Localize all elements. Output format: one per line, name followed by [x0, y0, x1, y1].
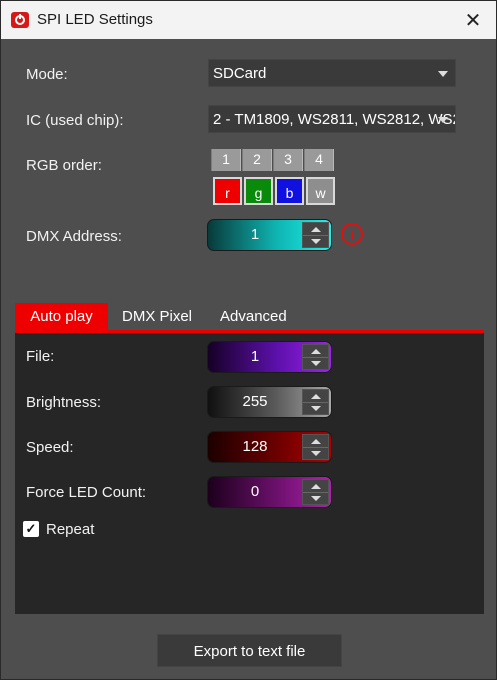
rgb-channel-red-button[interactable]: r — [213, 177, 242, 205]
brightness-value: 255 — [242, 393, 268, 410]
rgb-channel-white-button[interactable]: w — [306, 177, 335, 205]
rgb-position-4: 4 — [304, 149, 334, 171]
brightness-stepper[interactable]: 255 — [207, 386, 332, 418]
rgb-position-2: 2 — [242, 149, 272, 171]
repeat-label: Repeat — [46, 521, 95, 538]
speed-value: 128 — [242, 438, 268, 455]
speed-arrows — [302, 434, 329, 460]
file-stepper[interactable]: 1 — [207, 341, 332, 373]
app-logo-icon — [11, 12, 29, 28]
dmx-address-stepper[interactable]: 1 — [207, 219, 332, 251]
window-title: SPI LED Settings — [37, 11, 153, 28]
arrow-down-icon — [310, 360, 321, 366]
arrow-down-icon — [310, 238, 321, 244]
close-icon: ✕ — [464, 9, 482, 32]
export-button[interactable]: Export to text file — [157, 634, 342, 667]
force-led-count-label: Force LED Count: — [26, 484, 147, 501]
repeat-checkbox[interactable]: ✓ — [23, 521, 39, 537]
file-value: 1 — [250, 348, 260, 365]
speed-stepper[interactable]: 128 — [207, 431, 332, 463]
file-arrows — [302, 344, 329, 370]
decrement-button[interactable] — [303, 447, 328, 459]
info-icon[interactable]: i — [341, 223, 363, 245]
close-button[interactable]: ✕ — [450, 1, 496, 39]
checkmark-icon: ✓ — [25, 521, 37, 536]
arrow-down-icon — [310, 495, 321, 501]
rgb-position-1: 1 — [211, 149, 241, 171]
force-led-count-stepper[interactable]: 0 — [207, 476, 332, 508]
force-led-count-value: 0 — [250, 483, 260, 500]
title-bar: SPI LED Settings ✕ — [1, 1, 496, 39]
ic-label: IC (used chip): — [26, 112, 124, 129]
tab-advanced[interactable]: Advanced — [220, 303, 287, 331]
tab-auto-play[interactable]: Auto play — [15, 303, 108, 331]
dmx-address-label: DMX Address: — [26, 228, 122, 245]
mode-label: Mode: — [26, 66, 68, 83]
rgb-channel-blue-button[interactable]: b — [275, 177, 304, 205]
dmx-address-arrows — [302, 222, 329, 248]
chevron-down-icon — [438, 71, 448, 77]
rgb-order-label: RGB order: — [26, 157, 102, 174]
arrow-down-icon — [310, 405, 321, 411]
arrow-up-icon — [310, 226, 321, 232]
brightness-arrows — [302, 389, 329, 415]
ic-value: 2 - TM1809, WS2811, WS2812, WS2813 — [213, 111, 455, 128]
arrow-up-icon — [310, 348, 321, 354]
arrow-down-icon — [310, 450, 321, 456]
brightness-label: Brightness: — [26, 394, 102, 411]
auto-play-panel — [15, 333, 484, 614]
rgb-position-3: 3 — [273, 149, 303, 171]
speed-label: Speed: — [26, 439, 74, 456]
arrow-up-icon — [310, 438, 321, 444]
mode-value: SDCard — [213, 65, 267, 82]
file-label: File: — [26, 348, 55, 365]
decrement-button[interactable] — [303, 235, 328, 247]
chevron-down-icon — [438, 117, 448, 123]
settings-window: SPI LED Settings ✕ Mode: SDCard IC (used… — [0, 0, 497, 680]
tab-dmx-pixel[interactable]: DMX Pixel — [122, 303, 192, 331]
arrow-up-icon — [310, 483, 321, 489]
decrement-button[interactable] — [303, 402, 328, 414]
force-led-count-arrows — [302, 479, 329, 505]
rgb-channel-green-button[interactable]: g — [244, 177, 273, 205]
ic-dropdown[interactable]: 2 - TM1809, WS2811, WS2812, WS2813 — [208, 105, 456, 133]
dmx-address-value: 1 — [250, 226, 260, 243]
mode-dropdown[interactable]: SDCard — [208, 59, 456, 87]
decrement-button[interactable] — [303, 357, 328, 369]
arrow-up-icon — [310, 393, 321, 399]
decrement-button[interactable] — [303, 492, 328, 504]
